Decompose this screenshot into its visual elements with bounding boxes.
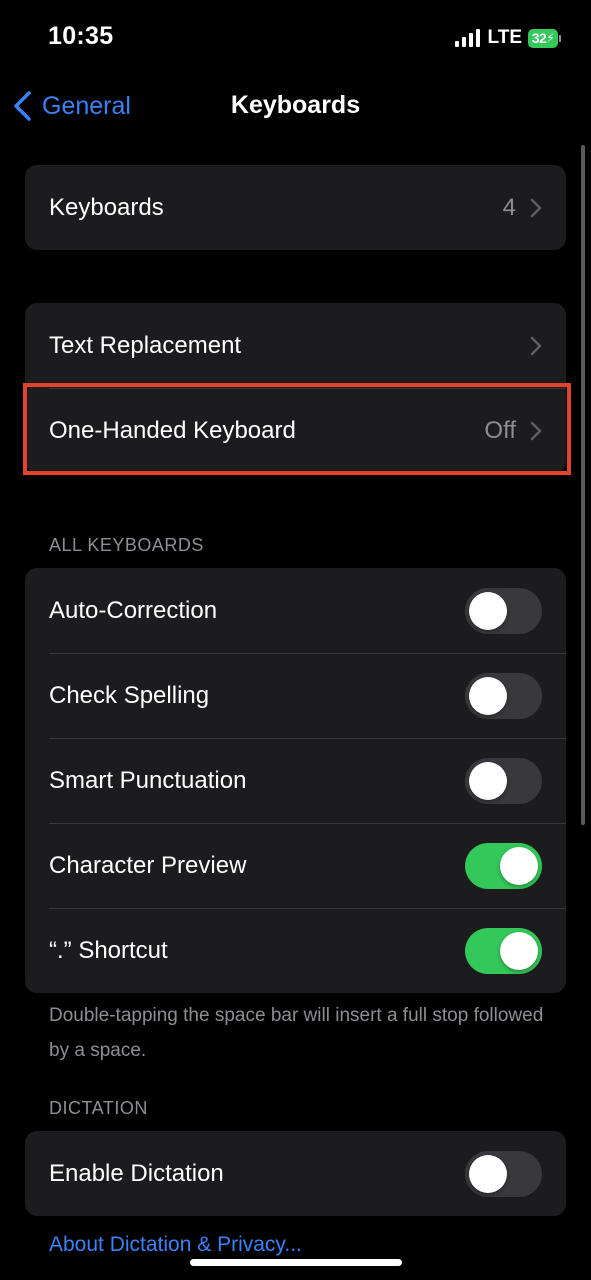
one-handed-keyboard-row[interactable]: One-Handed Keyboard Off bbox=[25, 388, 566, 473]
keyboards-count: 4 bbox=[502, 193, 516, 221]
check-spelling-row: Check Spelling bbox=[25, 653, 566, 738]
network-label: LTE bbox=[487, 27, 522, 48]
period-shortcut-row: “.” Shortcut bbox=[25, 908, 566, 993]
period-shortcut-label: “.” Shortcut bbox=[49, 936, 168, 964]
one-handed-keyboard-label: One-Handed Keyboard bbox=[49, 416, 296, 444]
keyboard-options-group: Text Replacement One-Handed Keyboard Off bbox=[25, 303, 566, 473]
text-replacement-row[interactable]: Text Replacement bbox=[25, 303, 566, 388]
navigation-bar: General Keyboards bbox=[0, 76, 591, 136]
character-preview-row: Character Preview bbox=[25, 823, 566, 908]
character-preview-toggle[interactable] bbox=[465, 842, 542, 889]
about-dictation-link[interactable]: About Dictation & Privacy... bbox=[49, 1233, 302, 1257]
check-spelling-toggle[interactable] bbox=[465, 672, 542, 719]
period-shortcut-toggle[interactable] bbox=[465, 927, 542, 974]
smart-punctuation-toggle[interactable] bbox=[465, 757, 542, 804]
enable-dictation-toggle[interactable] bbox=[465, 1150, 542, 1197]
check-spelling-label: Check Spelling bbox=[49, 681, 210, 709]
keyboards-label: Keyboards bbox=[49, 193, 164, 221]
keyboards-row[interactable]: Keyboards 4 bbox=[25, 165, 566, 250]
scroll-indicator bbox=[581, 145, 585, 825]
status-bar: 10:35 LTE 32 ⚡ bbox=[0, 0, 591, 76]
enable-dictation-label: Enable Dictation bbox=[49, 1159, 224, 1187]
enable-dictation-row: Enable Dictation bbox=[25, 1131, 566, 1216]
auto-correction-label: Auto-Correction bbox=[49, 596, 218, 624]
battery-level: 32 ⚡ bbox=[528, 28, 558, 48]
smart-punctuation-row: Smart Punctuation bbox=[25, 738, 566, 823]
all-keyboards-group: Auto-Correction Check Spelling Smart Pun… bbox=[25, 568, 566, 993]
smart-punctuation-label: Smart Punctuation bbox=[49, 766, 247, 794]
status-time: 10:35 bbox=[48, 22, 114, 50]
period-shortcut-footer: Double-tapping the space bar will insert… bbox=[49, 1005, 544, 1061]
auto-correction-row: Auto-Correction bbox=[25, 568, 566, 653]
chevron-right-icon bbox=[530, 336, 542, 355]
page-title: Keyboards bbox=[230, 91, 361, 119]
all-keyboards-header: ALL KEYBOARDS bbox=[49, 535, 204, 555]
battery-charging-icon: 32 ⚡ bbox=[528, 28, 561, 48]
auto-correction-toggle[interactable] bbox=[465, 587, 542, 634]
chevron-right-icon bbox=[530, 198, 542, 217]
home-indicator[interactable] bbox=[190, 1259, 402, 1266]
text-replacement-label: Text Replacement bbox=[49, 331, 242, 359]
dictation-group: Enable Dictation bbox=[25, 1131, 566, 1216]
dictation-header: DICTATION bbox=[49, 1098, 148, 1118]
keyboards-group: Keyboards 4 bbox=[25, 165, 566, 250]
one-handed-keyboard-value: Off bbox=[484, 416, 516, 444]
status-indicators: LTE 32 ⚡ bbox=[454, 26, 561, 50]
signal-icon bbox=[454, 29, 480, 47]
character-preview-label: Character Preview bbox=[49, 851, 247, 879]
chevron-right-icon bbox=[530, 421, 542, 440]
